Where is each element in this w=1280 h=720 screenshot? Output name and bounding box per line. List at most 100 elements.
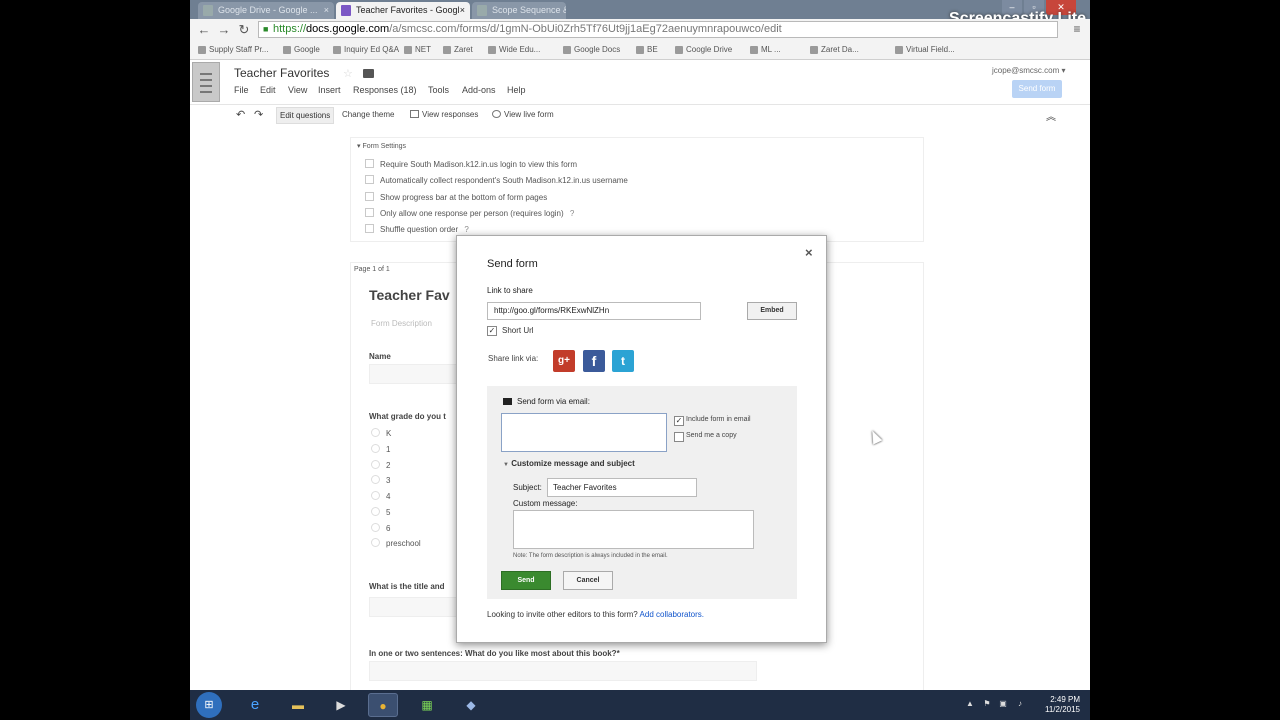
send-copy-checkbox[interactable] [674,432,684,442]
close-tab-icon[interactable]: × [460,2,465,19]
grade-option: 1 [371,444,390,454]
form-settings-panel: ▾ Form Settings Require South Madison.k1… [350,137,924,242]
bookmark-item[interactable]: Coogle Drive [675,44,756,56]
menu-tools[interactable]: Tools [428,85,449,95]
windows-start-icon[interactable]: ⊞ [196,692,222,718]
facebook-icon[interactable]: f [583,350,605,372]
form-description[interactable]: Form Description [371,319,432,328]
view-responses-button[interactable]: View responses [410,110,478,119]
lock-icon: ■ [263,24,269,34]
menu-addons[interactable]: Add-ons [462,85,496,95]
form-settings-toggle[interactable]: ▾ Form Settings [357,142,406,150]
radio-icon [371,523,380,532]
share-via-label: Share link via: [488,354,539,363]
setting-one-response[interactable]: Only allow one response per person (requ… [365,208,574,218]
google-plus-icon[interactable]: g+ [553,350,575,372]
file-explorer-icon[interactable]: ▬ [283,693,313,717]
forward-icon[interactable]: → [215,21,233,39]
subject-input[interactable]: Teacher Favorites [547,478,697,497]
menu-insert[interactable]: Insert [318,85,341,95]
menu-file[interactable]: File [234,85,249,95]
back-icon[interactable]: ← [195,21,213,39]
address-bar[interactable]: ■ https://docs.google.com/a/smcsc.com/for… [258,21,1058,38]
network-icon[interactable]: ▣ [998,699,1008,709]
account-menu[interactable]: jcope@smcsc.com ▾ [992,66,1066,75]
short-url-checkbox[interactable]: ✓ [487,326,497,336]
undo-icon[interactable]: ↶ [236,108,245,121]
checkbox[interactable] [365,224,374,233]
short-url-label: Short Url [502,326,534,335]
checkbox[interactable] [365,159,374,168]
bookmark-item[interactable]: Zaret [443,44,494,56]
subject-label: Subject: [513,483,542,492]
custom-message-input[interactable] [513,510,754,549]
question-grade[interactable]: What grade do you t [369,412,446,421]
cancel-button[interactable]: Cancel [563,571,613,590]
document-title[interactable]: Teacher Favorites [234,66,329,80]
menu-edit[interactable]: Edit [260,85,276,95]
redo-icon[interactable]: ↷ [254,108,263,121]
send-form-button[interactable]: Send form [1012,80,1062,98]
bookmark-item[interactable]: Zaret Da... [810,44,901,56]
checkbox[interactable] [365,175,374,184]
internet-explorer-icon[interactable]: e [240,693,270,717]
setting-shuffle[interactable]: Shuffle question order ? [365,224,469,234]
collapse-icon[interactable]: ︽ [1046,108,1056,123]
checkbox[interactable] [365,208,374,217]
share-link-input[interactable]: http://goo.gl/forms/RKExwNlZHn [487,302,701,320]
embed-button[interactable]: Embed [747,302,797,320]
folder-icon[interactable] [363,69,374,78]
forms-logo-icon[interactable] [192,62,220,102]
chrome-icon[interactable]: ● [368,693,398,717]
description-note: Note: The form description is always inc… [513,553,668,559]
bookmark-item[interactable]: Google [283,44,339,56]
change-theme-button[interactable]: Change theme [342,110,394,119]
menu-help[interactable]: Help [507,85,526,95]
twitter-icon[interactable]: t [612,350,634,372]
browser-window: Google Drive - Google ... × Teacher Favor… [190,0,1090,690]
network-flag-icon[interactable]: ⚑ [982,699,992,709]
volume-icon[interactable]: ♪ [1015,699,1025,709]
apps-grid-icon[interactable]: ▦ [412,693,442,717]
tab-google-drive[interactable]: Google Drive - Google ... × [198,2,334,19]
menu-responses[interactable]: Responses (18) [353,85,417,95]
question-sentences[interactable]: In one or two sentences: What do you lik… [369,649,620,658]
view-live-form-button[interactable]: View live form [492,110,554,119]
setting-progress-bar[interactable]: Show progress bar at the bottom of form … [365,192,547,202]
bookmark-item[interactable]: Virtual Field... [895,44,1016,56]
question-title[interactable]: What is the title and [369,582,445,591]
include-form-checkbox[interactable]: ✓ [674,416,684,426]
bookmark-item[interactable]: Google Docs [563,44,642,56]
setting-require-login[interactable]: Require South Madison.k12.in.us login to… [365,159,577,169]
system-clock[interactable]: 2:49 PM 11/2/2015 [1035,695,1080,715]
radio-icon [371,491,380,500]
bookmark-item[interactable]: Supply Staff Pr... [198,44,289,56]
help-icon[interactable]: ? [570,209,574,218]
menu-view[interactable]: View [288,85,307,95]
bookmark-item[interactable]: ML ... [750,44,816,56]
send-button[interactable]: Send [501,571,551,590]
form-title[interactable]: Teacher Fav [369,287,450,303]
tab-scope-sequence[interactable]: Scope Sequence & Ho... [472,2,566,19]
invite-editors-text: Looking to invite other editors to this … [487,610,705,619]
grade-option: preschool [371,538,421,548]
setting-collect-username[interactable]: Automatically collect respondent's South… [365,175,628,185]
tab-teacher-favorites[interactable]: Teacher Favorites - Googl × [336,2,470,19]
browser-menu-icon[interactable]: ≡ [1070,22,1084,36]
star-icon[interactable]: ☆ [343,67,353,80]
bookmark-item[interactable]: Wide Edu... [488,44,569,56]
customize-message-toggle[interactable]: ▼ Customize message and subject [503,459,635,468]
media-player-icon[interactable]: ▶ [326,693,356,717]
close-tab-icon[interactable]: × [324,2,329,19]
email-recipients-input[interactable] [501,413,667,452]
help-icon[interactable]: ? [464,225,468,234]
program-icon[interactable]: ◆ [456,693,486,717]
add-collaborators-link[interactable]: Add collaborators. [640,610,704,619]
question-name[interactable]: Name [369,352,391,361]
checkbox[interactable] [365,192,374,201]
tray-expand-icon[interactable]: ▲ [965,699,975,709]
edit-questions-button[interactable]: Edit questions [276,107,335,124]
reload-icon[interactable]: ↻ [235,21,253,39]
bookmark-item[interactable]: Inquiry Ed Q&A [333,44,410,56]
close-icon[interactable]: × [805,245,813,260]
